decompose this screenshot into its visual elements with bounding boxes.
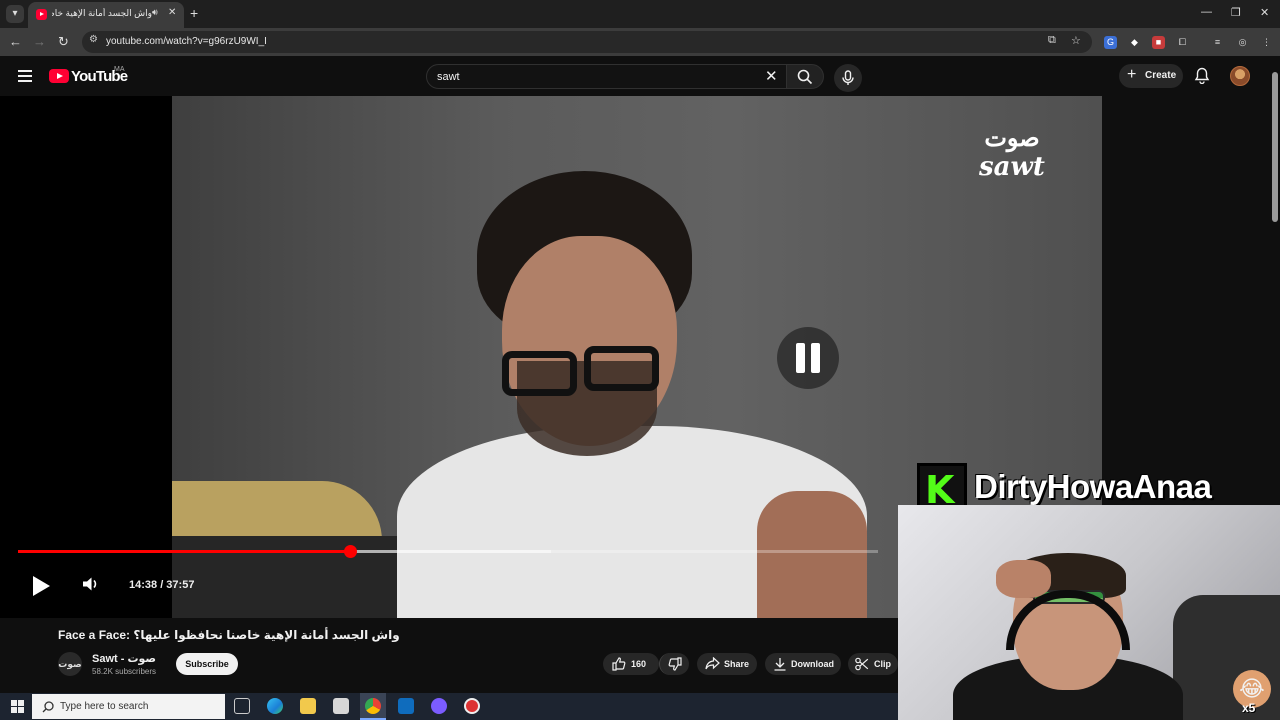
channel-watermark-logo: صوت sawt bbox=[972, 124, 1052, 194]
download-icon bbox=[774, 658, 786, 671]
voice-search-button[interactable] bbox=[834, 64, 862, 92]
download-label: Download bbox=[791, 659, 834, 669]
outlook-icon[interactable] bbox=[398, 698, 414, 714]
app-record-icon[interactable] bbox=[464, 698, 480, 714]
install-app-icon[interactable]: ⧉ bbox=[1048, 34, 1056, 47]
share-icon bbox=[705, 657, 720, 670]
taskbar-search-box[interactable]: Type here to search bbox=[32, 694, 225, 719]
tab-audio-speaker-icon[interactable]: 🔊︎ bbox=[152, 7, 158, 18]
create-button[interactable]: + Create bbox=[1119, 64, 1183, 88]
download-button[interactable]: Download bbox=[765, 653, 841, 675]
clip-label: Clip bbox=[874, 659, 891, 669]
video-scene-glasses-left bbox=[502, 351, 577, 396]
window-close-icon[interactable]: ✕ bbox=[1260, 6, 1269, 19]
tab-title: واش الجسد أمانة الإهية خاصنا bbox=[52, 8, 152, 18]
translate-extension-icon[interactable]: G bbox=[1104, 36, 1117, 49]
extension-diamond-icon[interactable]: ◆ bbox=[1128, 36, 1141, 49]
tab-close-icon[interactable]: ✕ bbox=[168, 7, 176, 18]
share-label: Share bbox=[724, 659, 750, 669]
notifications-bell-icon[interactable] bbox=[1194, 67, 1210, 89]
watermark-arabic: صوت bbox=[984, 123, 1040, 152]
hamburger-menu-icon[interactable] bbox=[18, 70, 32, 82]
search-icon bbox=[42, 701, 54, 713]
dislike-button[interactable] bbox=[659, 653, 689, 675]
browser-tab-active[interactable]: واش الجسد أمانة الإهية خاصنا 🔊︎ ✕ bbox=[28, 2, 184, 28]
video-scene-tattooed-arm bbox=[757, 491, 867, 618]
file-explorer-icon[interactable] bbox=[300, 698, 316, 714]
taskbar-search-placeholder: Type here to search bbox=[60, 701, 149, 712]
subscribe-button[interactable]: Subscribe bbox=[176, 653, 238, 675]
progress-played bbox=[18, 550, 350, 553]
youtube-header: YouTube MA ✕ + Create bbox=[0, 56, 1280, 96]
streamer-webcam: 😂 x5 bbox=[898, 505, 1280, 720]
create-label: Create bbox=[1145, 70, 1177, 81]
watermark-latin: sawt bbox=[979, 152, 1045, 182]
channel-avatar[interactable]: صوت bbox=[58, 652, 82, 676]
windows-taskbar: Type here to search bbox=[0, 693, 898, 720]
browser-tab-strip: ▾ واش الجسد أمانة الإهية خاصنا 🔊︎ ✕ + — … bbox=[0, 0, 1280, 28]
webcam-hand bbox=[996, 560, 1051, 598]
play-button[interactable] bbox=[33, 576, 50, 596]
profile-icon[interactable]: ◎ bbox=[1236, 36, 1249, 49]
country-code: MA bbox=[114, 66, 125, 73]
streamer-name: DirtyHowaAnaa bbox=[974, 468, 1212, 505]
video-player[interactable]: صوت sawt 14:38 / 37:57 bbox=[0, 96, 1102, 618]
pause-indicator-icon[interactable] bbox=[777, 327, 839, 389]
media-controls-icon[interactable]: ≡ bbox=[1211, 36, 1224, 49]
minimize-icon[interactable]: — bbox=[1201, 6, 1212, 18]
reload-icon[interactable]: ↻ bbox=[58, 34, 69, 50]
store-icon[interactable] bbox=[333, 698, 349, 714]
search-input[interactable] bbox=[437, 69, 737, 85]
search-clear-icon[interactable]: ✕ bbox=[765, 67, 778, 85]
task-view-icon[interactable] bbox=[234, 698, 250, 714]
time-display: 14:38 / 37:57 bbox=[129, 579, 195, 591]
progress-bar[interactable] bbox=[18, 545, 878, 558]
clip-button[interactable]: Clip bbox=[848, 653, 898, 675]
restore-icon[interactable]: ❐ bbox=[1231, 6, 1241, 19]
edge-icon[interactable] bbox=[267, 698, 283, 714]
new-tab-button[interactable]: + bbox=[190, 5, 198, 21]
youtube-favicon-icon bbox=[36, 9, 47, 20]
bookmark-star-icon[interactable]: ☆ bbox=[1071, 34, 1081, 47]
emote-count: x5 bbox=[1242, 701, 1256, 715]
url-text[interactable]: youtube.com/watch?v=g96rzU9WI_I bbox=[106, 36, 267, 47]
plus-icon: + bbox=[1127, 66, 1137, 83]
browser-menu-icon[interactable]: ⋮ bbox=[1260, 36, 1273, 49]
site-info-icon[interactable]: ⚙ bbox=[89, 34, 98, 45]
thumbs-up-icon bbox=[612, 657, 626, 671]
extensions-puzzle-icon[interactable]: ⧠ bbox=[1176, 36, 1189, 49]
forward-arrow-right-icon[interactable]: → bbox=[33, 34, 46, 50]
like-button[interactable]: 160 bbox=[603, 653, 659, 675]
chrome-icon[interactable] bbox=[365, 698, 381, 714]
youtube-logo-icon[interactable] bbox=[49, 69, 69, 83]
app-purple-icon[interactable] bbox=[431, 698, 447, 714]
tab-search-chevron-down-icon[interactable]: ▾ bbox=[6, 5, 24, 23]
scissors-icon bbox=[855, 657, 869, 671]
windows-start-icon[interactable] bbox=[11, 700, 24, 713]
like-count: 160 bbox=[631, 659, 647, 669]
extension-red-icon[interactable]: ■ bbox=[1152, 36, 1165, 49]
volume-speaker-icon[interactable] bbox=[82, 576, 100, 597]
video-scene-sofa bbox=[172, 536, 422, 618]
back-arrow-left-icon[interactable]: ← bbox=[9, 34, 22, 50]
video-scene-glasses-right bbox=[584, 346, 659, 391]
progress-scrubber-handle[interactable] bbox=[343, 545, 357, 558]
account-avatar[interactable] bbox=[1230, 66, 1250, 86]
thumbs-down-icon bbox=[668, 657, 682, 671]
channel-name[interactable]: Sawt - صوت bbox=[92, 652, 156, 665]
search-button[interactable] bbox=[786, 64, 824, 89]
address-bar[interactable]: ⚙ youtube.com/watch?v=g96rzU9WI_I ⧉ ☆ bbox=[82, 31, 1092, 53]
scrollbar-thumb[interactable] bbox=[1272, 72, 1278, 222]
video-title: Face a Face: واش الجسد أمانة الإهية خاصن… bbox=[58, 628, 400, 642]
page-scrollbar[interactable] bbox=[1270, 60, 1280, 460]
search-box: ✕ bbox=[426, 64, 788, 89]
subscriber-count: 58.2K subscribers bbox=[92, 667, 157, 676]
browser-toolbar: ← → ↻ ⚙ youtube.com/watch?v=g96rzU9WI_I … bbox=[0, 28, 1280, 56]
share-button[interactable]: Share bbox=[697, 653, 757, 675]
search-icon bbox=[797, 69, 813, 85]
mic-icon bbox=[842, 70, 854, 85]
